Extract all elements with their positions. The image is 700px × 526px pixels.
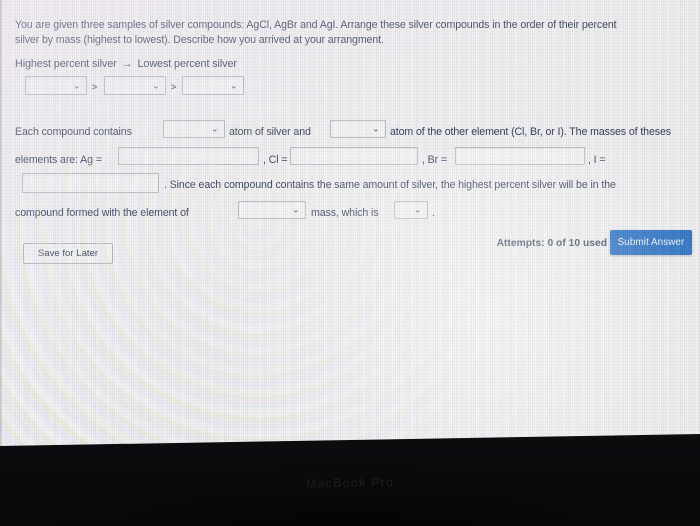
chevron-down-icon: ⌄ xyxy=(211,123,219,134)
ordering-instruction: Highest percent silver → Lowest percent si… xyxy=(15,57,237,72)
chevron-down-icon: ⌄ xyxy=(73,79,81,90)
ordering-separator-2: > xyxy=(171,82,177,92)
explanation-text-h: . Since each compound contains the same … xyxy=(164,179,616,191)
chevron-down-icon: ⌄ xyxy=(292,204,300,215)
question-text-line-2: silver by mass (highest to lowest). Desc… xyxy=(15,34,384,46)
ordering-select-1[interactable]: ⌄ xyxy=(25,76,87,95)
ordering-separator-1: > xyxy=(92,82,98,92)
iodine-mass-input[interactable] xyxy=(22,173,159,193)
chlorine-mass-input[interactable] xyxy=(290,147,418,165)
submit-answer-button[interactable]: Submit Answer xyxy=(610,230,692,255)
explanation-text-k: . xyxy=(432,207,435,219)
explanation-text-j: mass, which is xyxy=(311,207,379,219)
silver-atom-count-select[interactable]: ⌄ xyxy=(163,120,225,138)
laptop-screen-photo: You are given three samples of silver co… xyxy=(0,0,700,526)
attempts-counter: Attempts: 0 of 10 used xyxy=(496,238,607,249)
question-text-line-1: You are given three samples of silver co… xyxy=(15,19,617,31)
assignment-page: You are given three samples of silver co… xyxy=(0,0,700,470)
explanation-text-c: atom of the other element (Cl, Br, or I)… xyxy=(390,126,671,138)
mass-size-select[interactable]: ⌄ xyxy=(238,201,306,219)
chevron-down-icon: ⌄ xyxy=(230,79,238,90)
right-arrow-icon: → xyxy=(121,58,133,70)
explanation-text-a: Each compound contains xyxy=(15,126,132,138)
chevron-down-icon: ⌄ xyxy=(372,123,380,134)
save-for-later-button[interactable]: Save for Later xyxy=(23,243,113,264)
explanation-text-f: , Br = xyxy=(422,154,448,166)
chevron-down-icon: ⌄ xyxy=(152,79,160,90)
explanation-text-d: elements are: Ag = xyxy=(15,154,102,166)
explanation-text-b: atom of silver and xyxy=(229,126,311,138)
ordering-label-lowest: Lowest percent silver xyxy=(137,58,237,70)
ordering-select-3[interactable]: ⌄ xyxy=(182,76,244,95)
other-element-atom-count-select[interactable]: ⌄ xyxy=(330,120,386,138)
chevron-down-icon: ⌄ xyxy=(414,204,422,215)
ordering-select-2[interactable]: ⌄ xyxy=(104,76,166,95)
lcd-screen-area: You are given three samples of silver co… xyxy=(0,0,700,470)
explanation-text-g: , I = xyxy=(588,154,606,166)
which-compound-select[interactable]: ⌄ xyxy=(394,201,428,219)
silver-mass-input[interactable] xyxy=(118,147,259,165)
explanation-text-i: compound formed with the element of xyxy=(15,207,189,219)
explanation-text-e: , Cl = xyxy=(263,154,288,166)
ordering-label-highest: Highest percent silver xyxy=(15,58,117,70)
bromine-mass-input[interactable] xyxy=(455,147,585,165)
